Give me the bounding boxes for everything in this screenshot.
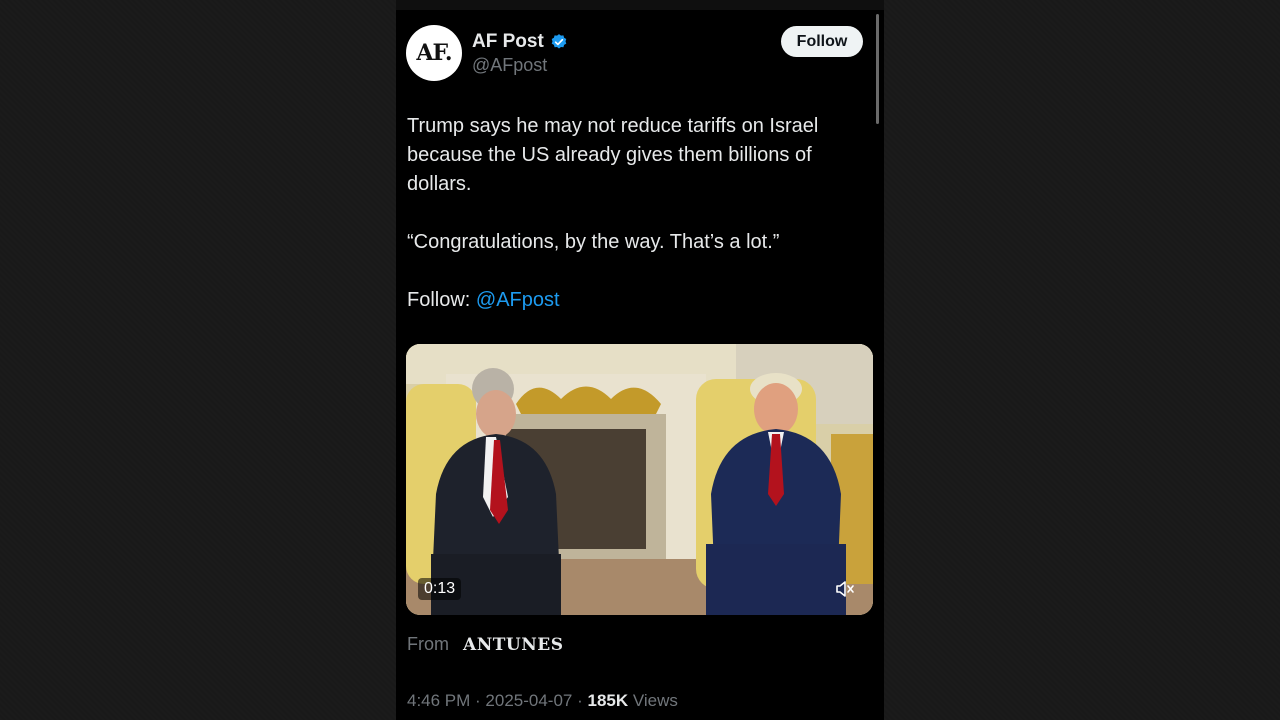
- backdrop-left: [0, 0, 396, 720]
- avatar[interactable]: AF.: [406, 25, 462, 81]
- tweet-quote: “Congratulations, by the way. That’s a l…: [407, 231, 780, 253]
- follow-prefix: Follow:: [407, 289, 476, 311]
- tweet-screen: AF. AF Post @AFpost Follow Trump says he…: [396, 0, 884, 720]
- mute-glyph: [836, 581, 854, 597]
- mention-link[interactable]: @AFpost: [476, 289, 560, 311]
- tweet-body: Trump says he may not reduce tariffs on …: [407, 112, 867, 315]
- verified-badge-icon: [551, 34, 567, 49]
- video-duration: 0:13: [418, 578, 462, 600]
- views-count: 185K: [587, 691, 629, 710]
- video-player[interactable]: 0:13: [406, 344, 873, 615]
- source-row: From ANTUNES: [407, 634, 563, 655]
- scrollbar[interactable]: [876, 14, 879, 124]
- tweet-paragraph-1: Trump says he may not reduce tariffs on …: [407, 115, 819, 195]
- source-from-label: From: [407, 634, 449, 654]
- source-name[interactable]: ANTUNES: [463, 635, 563, 655]
- account-name-label: AF Post: [472, 31, 544, 52]
- meta-separator: ·: [470, 691, 486, 710]
- backdrop-right: [884, 0, 1280, 720]
- tweet-follow-line: Follow: @AFpost: [407, 286, 867, 315]
- follow-button[interactable]: Follow: [781, 26, 863, 57]
- video-frame: [406, 344, 873, 615]
- account-name[interactable]: AF Post: [472, 31, 568, 53]
- tweet-meta: 4:46 PM · 2025-04-07 · 185K Views: [407, 691, 678, 711]
- speaker-muted-icon[interactable]: [831, 576, 859, 602]
- views-label: Views: [632, 691, 678, 710]
- tweet-time[interactable]: 4:46 PM: [407, 691, 470, 710]
- top-edge: [396, 0, 884, 10]
- tweet-date[interactable]: 2025-04-07: [485, 691, 572, 710]
- account-handle[interactable]: @AFpost: [472, 55, 547, 76]
- avatar-logo-text: AF.: [416, 40, 452, 66]
- meta-separator-2: ·: [572, 691, 588, 710]
